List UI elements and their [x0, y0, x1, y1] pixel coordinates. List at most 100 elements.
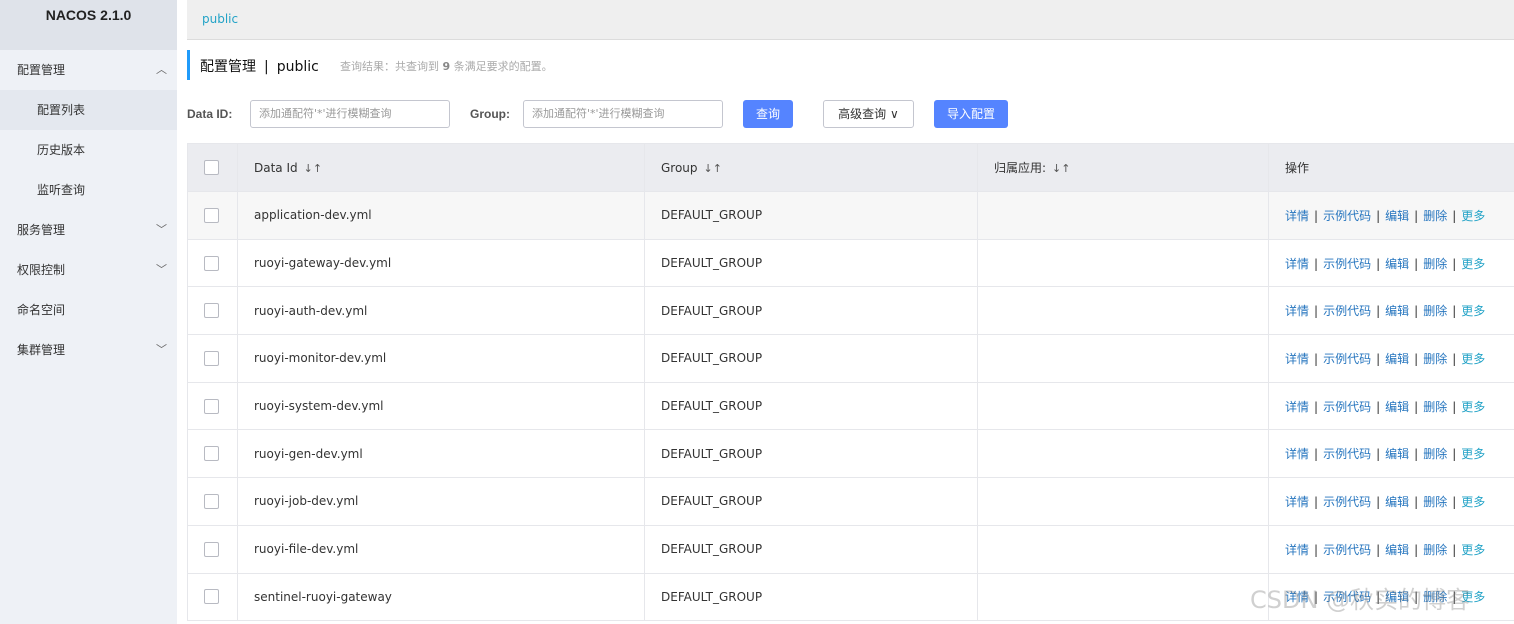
- cell-actions: 详情 | 示例代码 | 编辑 | 删除 | 更多: [1268, 238, 1514, 288]
- detail-link[interactable]: 详情: [1285, 447, 1309, 461]
- row-checkbox[interactable]: [204, 493, 219, 509]
- row-checkbox-cell: [187, 477, 238, 526]
- row-checkbox[interactable]: [204, 446, 219, 462]
- row-checkbox[interactable]: [204, 589, 219, 605]
- row-checkbox[interactable]: [204, 350, 219, 366]
- sample-code-link[interactable]: 示例代码: [1323, 590, 1371, 604]
- data-id-input[interactable]: 添加通配符'*'进行模糊查询: [250, 100, 450, 128]
- detail-link[interactable]: 详情: [1285, 400, 1309, 414]
- sidebar-item-listener-query[interactable]: 监听查询: [0, 170, 177, 210]
- column-header-data-id[interactable]: Data Id ↓↑: [237, 143, 645, 192]
- advanced-query-button[interactable]: 高级查询 ∨: [823, 100, 914, 128]
- table-row: ruoyi-gateway-dev.yml DEFAULT_GROUP 详情 | 示例代…: [187, 238, 1514, 288]
- column-label: 操作: [1285, 161, 1310, 175]
- cell-group: DEFAULT_GROUP: [644, 334, 978, 383]
- edit-link[interactable]: 编辑: [1385, 543, 1409, 557]
- delete-link[interactable]: 删除: [1423, 543, 1447, 557]
- group-input[interactable]: 添加通配符'*'进行模糊查询: [523, 100, 723, 128]
- sample-code-link[interactable]: 示例代码: [1323, 400, 1371, 414]
- detail-link[interactable]: 详情: [1285, 257, 1309, 271]
- delete-link[interactable]: 删除: [1423, 495, 1447, 509]
- cell-group: DEFAULT_GROUP: [644, 477, 978, 526]
- page-title: 配置管理 | public: [200, 56, 319, 76]
- sample-code-link[interactable]: 示例代码: [1323, 495, 1371, 509]
- sample-code-link[interactable]: 示例代码: [1323, 447, 1371, 461]
- column-header-group[interactable]: Group ↓↑: [644, 143, 978, 192]
- more-link[interactable]: 更多: [1461, 447, 1485, 461]
- more-link[interactable]: 更多: [1461, 590, 1485, 604]
- delete-link[interactable]: 删除: [1423, 352, 1447, 366]
- detail-link[interactable]: 详情: [1285, 495, 1309, 509]
- more-link[interactable]: 更多: [1461, 304, 1485, 318]
- cell-actions: 详情 | 示例代码 | 编辑 | 删除 | 更多: [1268, 572, 1514, 622]
- row-checkbox[interactable]: [204, 398, 219, 414]
- sidebar-item-namespace[interactable]: 命名空间: [0, 290, 177, 330]
- more-link[interactable]: 更多: [1461, 209, 1485, 223]
- result-prefix: 查询结果：共查询到: [340, 60, 439, 73]
- column-header-app[interactable]: 归属应用: ↓↑: [977, 143, 1269, 192]
- sidebar-item-history[interactable]: 历史版本: [0, 130, 177, 170]
- sample-code-link[interactable]: 示例代码: [1323, 352, 1371, 366]
- column-label: Data Id: [254, 160, 298, 175]
- row-checkbox[interactable]: [204, 541, 219, 557]
- sample-code-link[interactable]: 示例代码: [1323, 304, 1371, 318]
- namespace-tab-public[interactable]: public: [202, 12, 238, 26]
- cell-app: [977, 334, 1269, 383]
- cell-group: DEFAULT_GROUP: [644, 238, 978, 288]
- more-link[interactable]: 更多: [1461, 543, 1485, 557]
- select-all-checkbox[interactable]: [204, 160, 219, 175]
- edit-link[interactable]: 编辑: [1385, 304, 1409, 318]
- cell-group: DEFAULT_GROUP: [644, 572, 978, 622]
- action-separator: |: [1376, 447, 1381, 462]
- detail-link[interactable]: 详情: [1285, 543, 1309, 557]
- edit-link[interactable]: 编辑: [1385, 495, 1409, 509]
- sample-code-link[interactable]: 示例代码: [1323, 257, 1371, 271]
- delete-link[interactable]: 删除: [1423, 209, 1447, 223]
- cell-app: [977, 238, 1269, 288]
- detail-link[interactable]: 详情: [1285, 209, 1309, 223]
- sample-code-link[interactable]: 示例代码: [1323, 543, 1371, 557]
- sidebar-item-config-list[interactable]: 配置列表: [0, 90, 177, 130]
- more-link[interactable]: 更多: [1461, 400, 1485, 414]
- query-button[interactable]: 查询: [743, 100, 793, 128]
- edit-link[interactable]: 编辑: [1385, 447, 1409, 461]
- delete-link[interactable]: 删除: [1423, 304, 1447, 318]
- sort-icon[interactable]: ↓↑: [704, 162, 722, 175]
- table-row: ruoyi-monitor-dev.yml DEFAULT_GROUP 详情 | 示例代…: [187, 334, 1514, 383]
- delete-link[interactable]: 删除: [1423, 590, 1447, 604]
- import-config-button[interactable]: 导入配置: [934, 100, 1008, 128]
- cell-actions: 详情 | 示例代码 | 编辑 | 删除 | 更多: [1268, 381, 1514, 431]
- row-checkbox[interactable]: [204, 207, 219, 223]
- action-separator: |: [1376, 590, 1381, 605]
- more-link[interactable]: 更多: [1461, 257, 1485, 271]
- sort-icon[interactable]: ↓↑: [304, 162, 322, 175]
- row-checkbox[interactable]: [204, 255, 219, 271]
- sidebar-item-permission-control[interactable]: 权限控制 ﹀: [0, 250, 177, 290]
- delete-link[interactable]: 删除: [1423, 257, 1447, 271]
- edit-link[interactable]: 编辑: [1385, 590, 1409, 604]
- chevron-down-icon: ﹀: [156, 343, 167, 356]
- delete-link[interactable]: 删除: [1423, 447, 1447, 461]
- detail-link[interactable]: 详情: [1285, 590, 1309, 604]
- sidebar-item-label: 配置列表: [37, 103, 86, 117]
- sort-icon[interactable]: ↓↑: [1052, 162, 1070, 175]
- edit-link[interactable]: 编辑: [1385, 352, 1409, 366]
- action-separator: |: [1314, 208, 1319, 223]
- edit-link[interactable]: 编辑: [1385, 400, 1409, 414]
- row-checkbox-cell: [187, 238, 238, 288]
- more-link[interactable]: 更多: [1461, 352, 1485, 366]
- sidebar-item-service-management[interactable]: 服务管理 ﹀: [0, 210, 177, 250]
- detail-link[interactable]: 详情: [1285, 352, 1309, 366]
- sidebar-item-config-management[interactable]: 配置管理 ︿: [0, 50, 177, 90]
- row-checkbox[interactable]: [204, 303, 219, 319]
- table-row: application-dev.yml DEFAULT_GROUP 详情 | 示例代码 |…: [187, 191, 1514, 240]
- edit-link[interactable]: 编辑: [1385, 257, 1409, 271]
- detail-link[interactable]: 详情: [1285, 304, 1309, 318]
- delete-link[interactable]: 删除: [1423, 400, 1447, 414]
- sample-code-link[interactable]: 示例代码: [1323, 209, 1371, 223]
- edit-link[interactable]: 编辑: [1385, 209, 1409, 223]
- sidebar-item-cluster-management[interactable]: 集群管理 ﹀: [0, 330, 177, 370]
- more-link[interactable]: 更多: [1461, 495, 1485, 509]
- sidebar-item-label: 服务管理: [17, 223, 66, 237]
- sidebar-item-label: 监听查询: [37, 183, 86, 197]
